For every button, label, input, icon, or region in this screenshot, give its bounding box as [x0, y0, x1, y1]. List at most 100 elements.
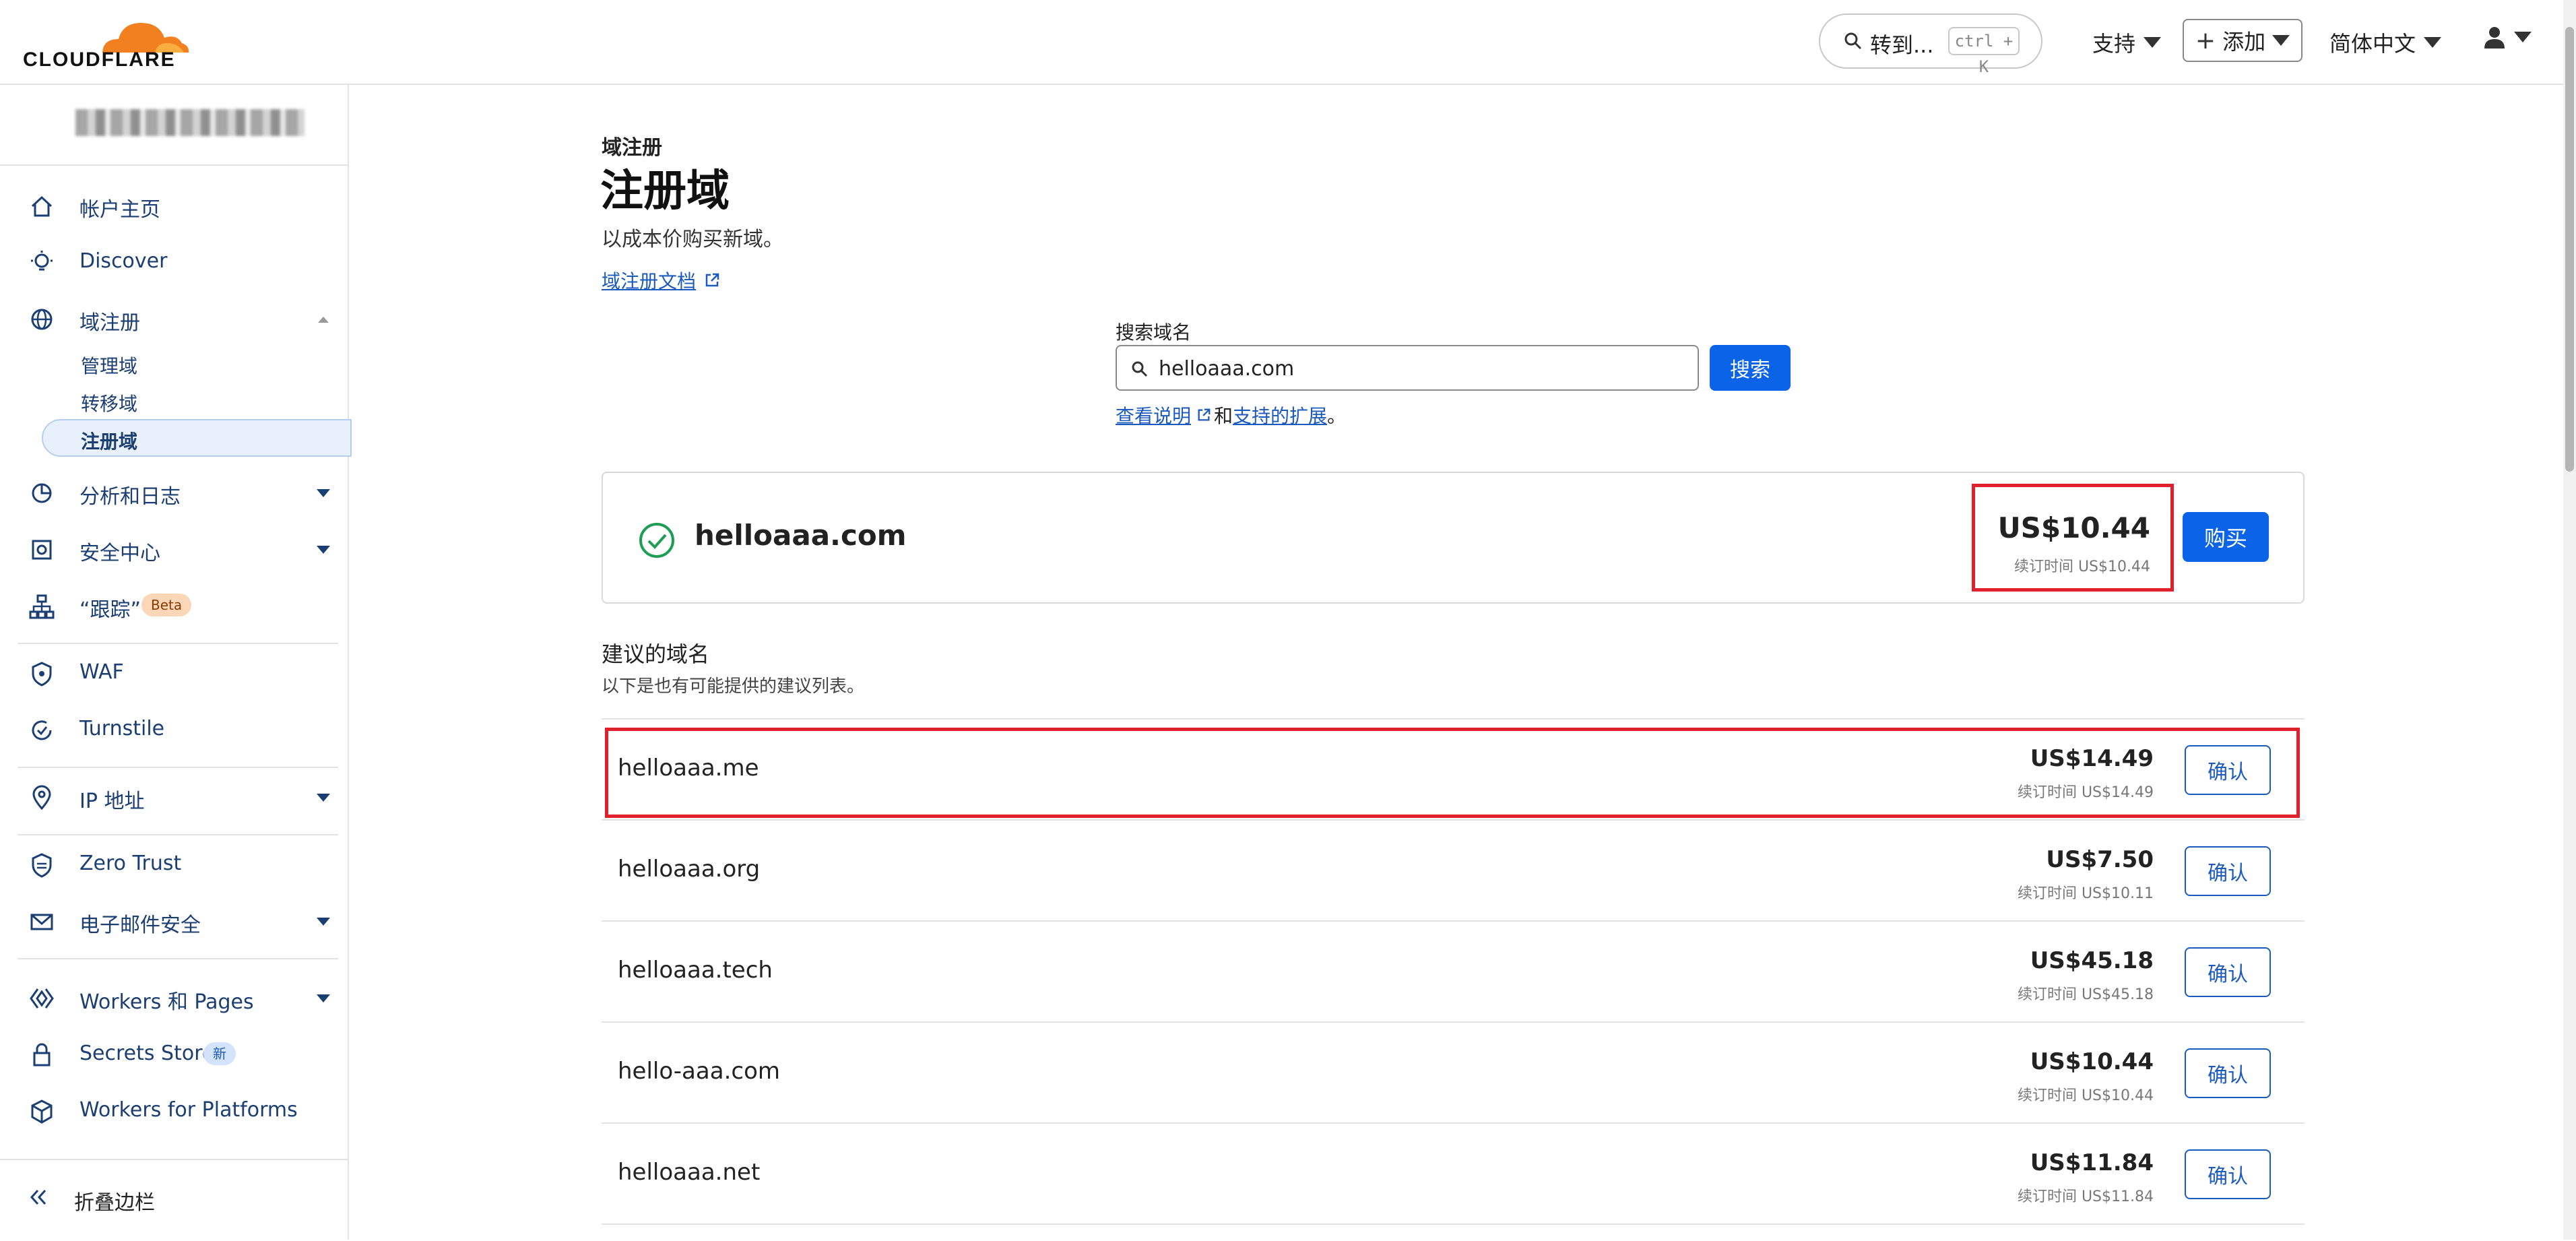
suggestion-row: hello-aaa.com US$10.44 续订时间 US$10.44 确认 — [602, 1023, 2305, 1124]
suggestion-price: US$14.49 — [2030, 745, 2154, 772]
lock-icon — [33, 1043, 51, 1067]
buy-button[interactable]: 购买 — [2183, 512, 2269, 562]
cloudflare-logo[interactable]: CLOUDFLARE — [23, 13, 191, 71]
sitemap-icon — [29, 594, 55, 619]
supported-extensions-link[interactable]: 支持的扩展 — [1233, 402, 1327, 428]
sidebar-item-workers-for-platforms[interactable]: Workers for Platforms — [0, 1090, 348, 1131]
double-chevron-left-icon — [30, 1189, 46, 1205]
sidebar-item-account-home[interactable]: 帐户主页 — [0, 185, 348, 225]
sidebar-item-label: “跟踪” — [79, 598, 141, 622]
sidebar-item-discover[interactable]: Discover — [0, 241, 348, 282]
globe-icon — [31, 309, 53, 330]
suggestions-description: 以下是也有可能提供的建议列表。 — [602, 676, 865, 697]
sidebar-item-email-security[interactable]: 电子邮件安全 — [0, 900, 348, 941]
sidebar-item-security-center[interactable]: 安全中心 — [0, 528, 348, 569]
domain-search-field[interactable] — [1116, 345, 1699, 391]
result-domain-name: helloaaa.com — [695, 519, 907, 552]
sidebar-item-label: Workers for Platforms — [79, 1098, 298, 1122]
sidebar-subitem-manage-domains[interactable]: 管理域 — [81, 352, 137, 379]
sidebar-item-label: Secrets Store — [79, 1042, 215, 1065]
chevron-down-icon — [317, 546, 330, 554]
external-link-icon — [1198, 408, 1211, 421]
user-menu[interactable] — [2483, 26, 2532, 49]
scrollbar-thumb[interactable] — [2565, 27, 2574, 472]
divider — [18, 767, 338, 768]
page-scrollbar[interactable] — [2563, 0, 2576, 1240]
suggestion-domain: helloaaa.org — [618, 856, 761, 883]
suggestion-row: helloaaa.org US$7.50 续订时间 US$10.11 确认 — [602, 821, 2305, 922]
chevron-down-icon — [317, 994, 330, 1003]
sidebar-item-analytics-logs[interactable]: 分析和日志 — [0, 472, 348, 512]
logo-wordmark: CLOUDFLARE — [23, 49, 176, 71]
suggestion-domain: helloaaa.me — [618, 755, 759, 782]
envelope-icon — [30, 914, 53, 930]
account-name-blurred[interactable] — [75, 109, 304, 136]
sidebar-item-label: Workers 和 Pages — [79, 990, 254, 1014]
collapse-sidebar-button[interactable]: 折叠边栏 — [0, 1159, 348, 1241]
check-circle-icon — [639, 523, 674, 558]
sidebar-item-zero-trust[interactable]: Zero Trust — [0, 844, 348, 884]
sidebar-subitem-register-domains[interactable]: 注册域 — [81, 427, 137, 454]
suggestion-price: US$11.84 — [2030, 1149, 2154, 1176]
sidebar-item-secrets-store[interactable]: Secrets Store 新 — [0, 1033, 348, 1074]
help-and-text: 和 — [1214, 405, 1233, 427]
sidebar-item-label: Zero Trust — [79, 852, 182, 875]
search-domain-label: 搜索域名 — [1116, 321, 1192, 344]
result-price-highlight: US$10.44 续订时间 US$10.44 — [1972, 484, 2174, 592]
home-icon — [31, 195, 53, 217]
chevron-down-icon — [2514, 32, 2532, 42]
security-center-icon — [32, 540, 52, 560]
view-instructions-link[interactable]: 查看说明 — [1116, 402, 1191, 428]
sidebar-item-label: 电子邮件安全 — [79, 914, 201, 937]
zero-trust-icon — [32, 853, 52, 878]
suggestion-row: helloaaa.net US$11.84 续订时间 US$11.84 确认 — [602, 1124, 2305, 1225]
chevron-down-icon — [317, 489, 330, 497]
result-renewal-price: 续订时间 US$10.44 — [2014, 559, 2150, 575]
chevron-down-icon — [2272, 35, 2290, 46]
goto-search[interactable]: 转到... ctrl + K — [1819, 13, 2042, 76]
suggestion-renewal-price: 续订时间 US$10.44 — [2017, 1087, 2154, 1104]
add-label: 添加 — [2222, 29, 2266, 55]
sidebar-item-turnstile[interactable]: Turnstile — [0, 709, 348, 749]
lightbulb-icon — [31, 251, 53, 271]
sidebar-item-label: Turnstile — [79, 717, 165, 740]
divider — [18, 643, 338, 644]
sidebar-item-workers-pages[interactable]: Workers 和 Pages — [0, 977, 348, 1017]
suggestion-domain: helloaaa.net — [618, 1159, 761, 1186]
search-icon — [1132, 361, 1148, 377]
suggestion-domain: helloaaa.tech — [618, 957, 773, 984]
confirm-button[interactable]: 确认 — [2185, 1048, 2271, 1098]
suggestions-title: 建议的域名 — [602, 641, 710, 667]
add-button[interactable]: + 添加 — [2183, 19, 2303, 62]
location-pin-icon — [32, 785, 51, 810]
chevron-up-icon — [318, 317, 329, 323]
language-menu[interactable]: 简体中文 — [2329, 27, 2442, 58]
sidebar-subitem-transfer-domains[interactable]: 转移域 — [81, 389, 137, 416]
language-label: 简体中文 — [2329, 31, 2416, 57]
support-menu[interactable]: 支持 — [2092, 27, 2162, 58]
sidebar-item-waf[interactable]: WAF — [0, 652, 348, 693]
sidebar-item-ip-addresses[interactable]: IP 地址 — [0, 776, 348, 817]
confirm-button[interactable]: 确认 — [2185, 1149, 2271, 1199]
page-subtitle: 以成本价购买新域。 — [602, 228, 783, 251]
suggestion-row: helloaaa.tech US$45.18 续订时间 US$45.18 确认 — [602, 922, 2305, 1023]
domain-registration-docs-link[interactable]: 域注册文档 — [602, 267, 720, 294]
suggestion-domain: hello-aaa.com — [618, 1058, 780, 1085]
goto-label: 转到... — [1870, 32, 1934, 58]
new-badge: 新 — [203, 1042, 236, 1065]
confirm-button[interactable]: 确认 — [2185, 947, 2271, 997]
domain-search-input[interactable] — [1157, 353, 1685, 384]
search-help-text: 查看说明 和 支持的扩展 。 — [1116, 402, 1346, 428]
search-result-card: helloaaa.com US$10.44 续订时间 US$10.44 购买 — [602, 472, 2305, 604]
sidebar-item-domain-registration[interactable]: 域注册 — [0, 298, 348, 338]
goto-shortcut: ctrl + K — [1948, 27, 2020, 76]
sidebar-item-label: IP 地址 — [79, 790, 145, 813]
suggestion-renewal-price: 续订时间 US$45.18 — [2017, 986, 2154, 1003]
confirm-button[interactable]: 确认 — [2185, 745, 2271, 795]
search-button[interactable]: 搜索 — [1710, 345, 1791, 391]
confirm-button[interactable]: 确认 — [2185, 846, 2271, 896]
sidebar-item-trace[interactable]: “跟踪” Beta — [0, 585, 348, 625]
sidebar-item-label: 安全中心 — [79, 542, 160, 565]
suggestion-price: US$7.50 — [2046, 846, 2154, 873]
search-icon — [1844, 32, 1862, 50]
